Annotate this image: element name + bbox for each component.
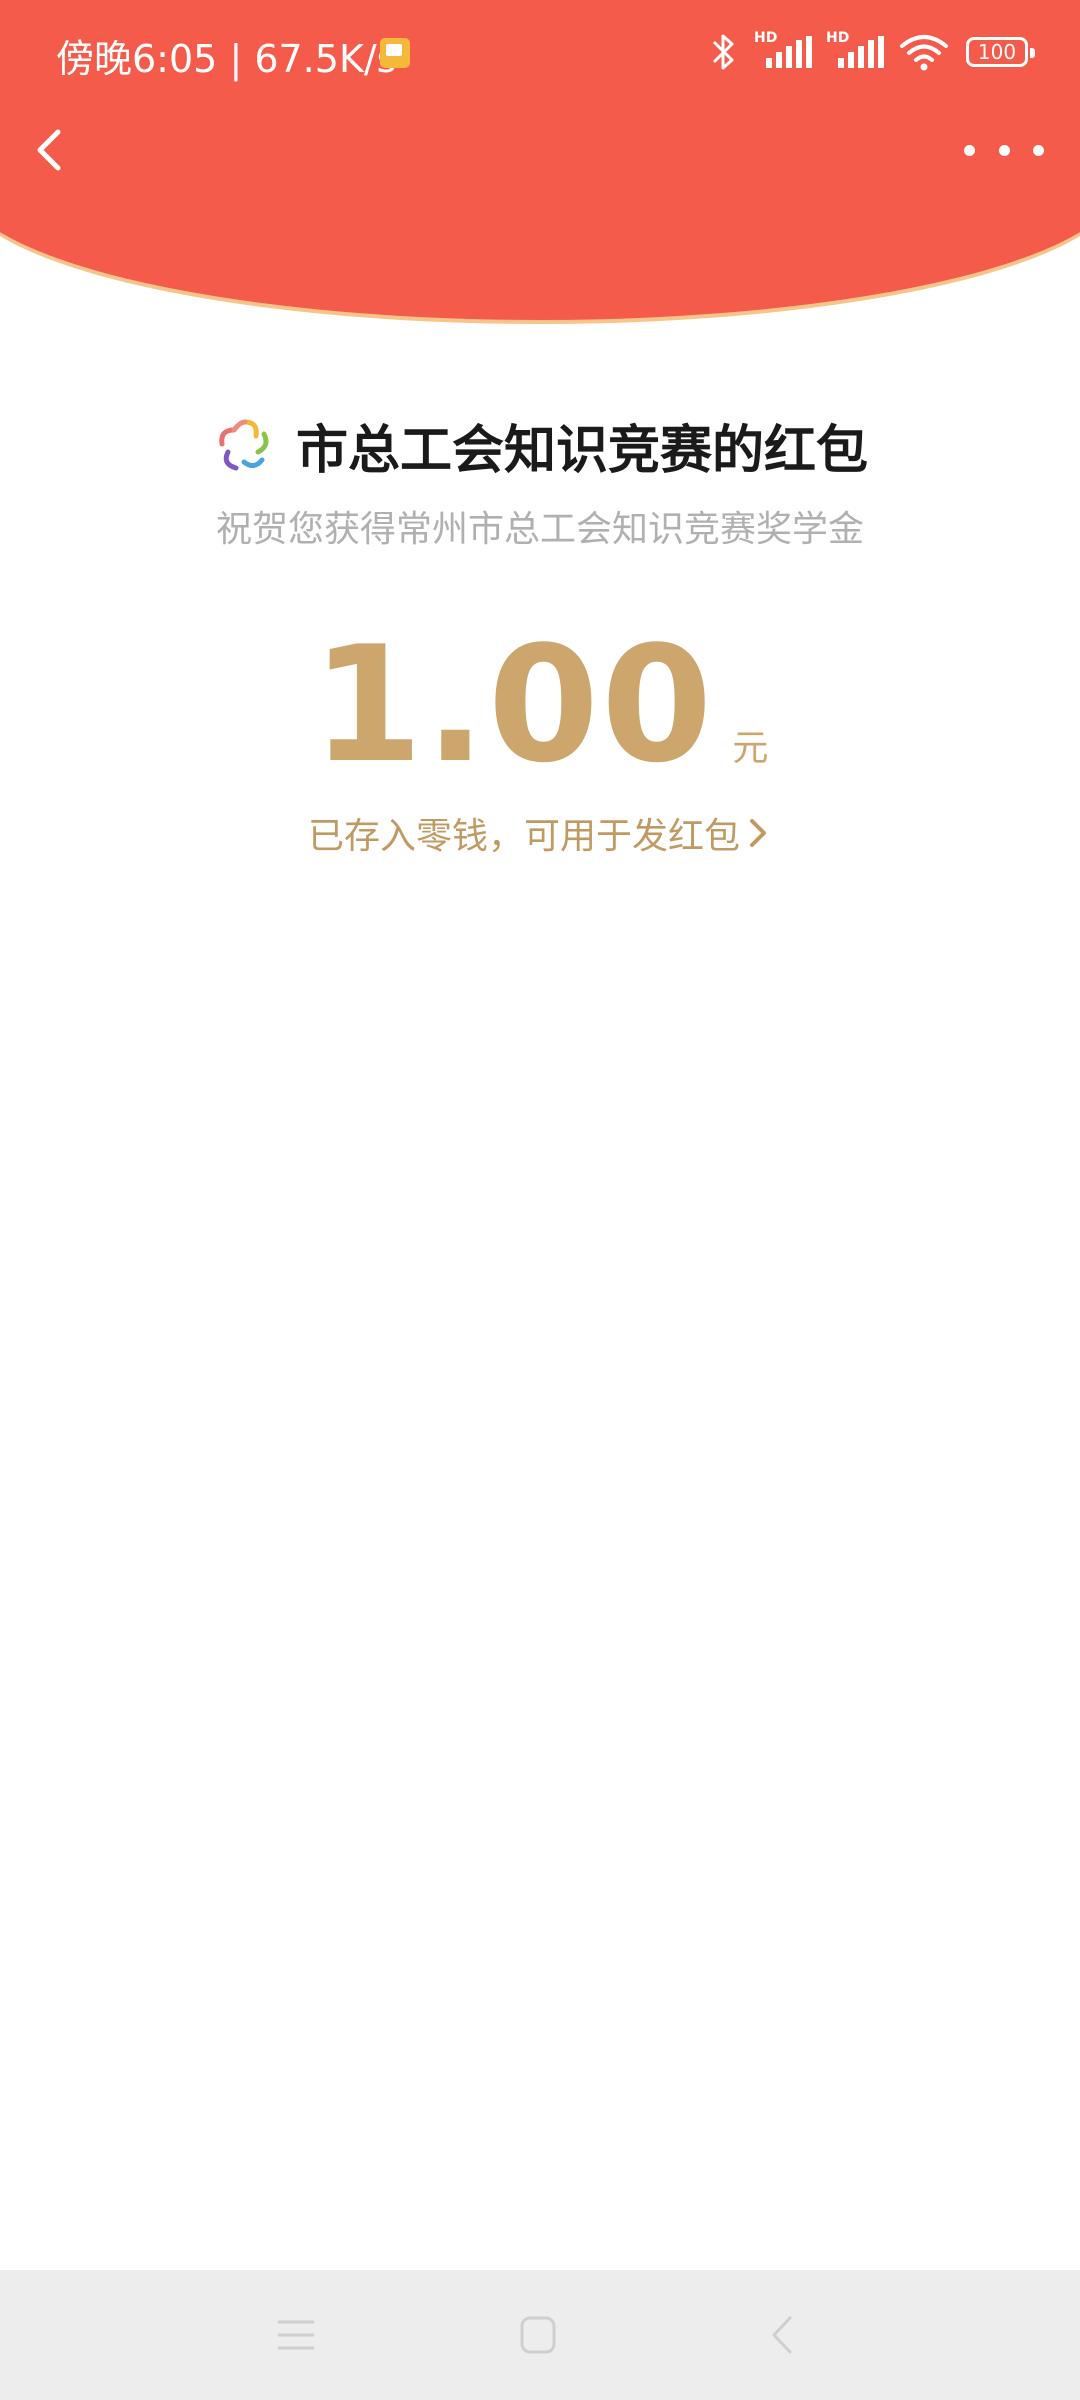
wifi-icon [900, 35, 948, 71]
deposit-link[interactable]: 已存入零钱，可用于发红包 [0, 805, 1080, 861]
deposit-link-text: 已存入零钱，可用于发红包 [307, 816, 740, 857]
packet-title-row: 市总工会知识竞赛的红包 [0, 408, 1080, 482]
back-icon [772, 2316, 792, 2354]
amount-unit: 元 [732, 728, 769, 769]
packet-title: 市总工会知识竞赛的红包 [295, 420, 868, 481]
more-dot [998, 144, 1010, 156]
bluetooth-icon [712, 34, 734, 70]
home-button[interactable] [508, 2310, 568, 2360]
chevron-right-icon [750, 819, 766, 847]
status-icons: HD HD 100 [708, 30, 1035, 74]
more-dot [1033, 144, 1044, 156]
time-text: 傍晚6:05 [56, 37, 218, 81]
status-bar: 傍晚6:05 | 67.5K/s HD HD 100 [0, 0, 1080, 110]
battery-level: 100 [977, 40, 1017, 64]
system-navigation-bar [0, 2270, 1080, 2400]
home-icon [520, 2316, 556, 2354]
recent-apps-button[interactable] [266, 2310, 326, 2360]
signal-icon-2: HD [826, 30, 884, 74]
more-dot [964, 144, 975, 156]
packet-subtitle: 祝贺您获得常州市总工会知识竞赛奖学金 [215, 509, 864, 550]
amount-value: 1.00 [311, 611, 715, 798]
battery-indicator: 100 [966, 37, 1035, 67]
network-speed: 67.5K/s [254, 37, 397, 81]
flower-logo-icon [219, 419, 269, 471]
system-back-button[interactable] [754, 2310, 814, 2360]
menu-icon [278, 2320, 314, 2350]
back-button[interactable] [22, 110, 82, 190]
amount-row: 1.00 元 [0, 615, 1080, 785]
notification-icon [380, 38, 410, 68]
chevron-left-icon [37, 129, 61, 171]
more-button[interactable] [964, 120, 1044, 180]
status-time: 傍晚6:05 | 67.5K/s [56, 37, 397, 81]
signal-icon-1: HD [754, 30, 812, 74]
